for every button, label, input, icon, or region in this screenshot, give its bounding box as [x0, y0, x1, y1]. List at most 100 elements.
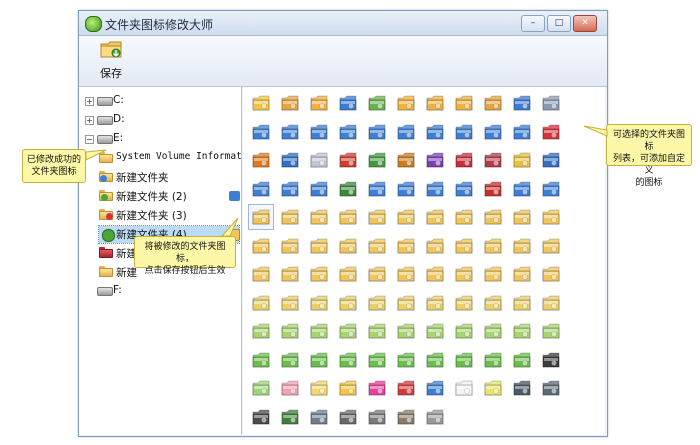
icon-option[interactable]	[423, 177, 447, 201]
maximize-button[interactable]: □	[547, 15, 571, 32]
icon-option[interactable]	[307, 262, 331, 286]
tree-item-folder-2[interactable]: 新建文件夹 (2)	[99, 188, 240, 205]
icon-option[interactable]	[278, 348, 302, 372]
icon-option[interactable]	[452, 262, 476, 286]
icon-option[interactable]	[394, 262, 418, 286]
icon-option[interactable]	[423, 234, 447, 258]
icon-option[interactable]	[539, 177, 563, 201]
icon-option[interactable]	[394, 177, 418, 201]
icon-option[interactable]	[249, 348, 273, 372]
icon-option[interactable]	[365, 234, 389, 258]
icon-option[interactable]	[481, 177, 505, 201]
icon-option[interactable]	[481, 291, 505, 315]
icon-option[interactable]	[307, 177, 331, 201]
icon-option[interactable]	[510, 205, 534, 229]
icon-option[interactable]	[423, 348, 447, 372]
tree-item-system-volume[interactable]: System Volume Informat:	[99, 150, 241, 167]
icon-option[interactable]	[336, 91, 360, 115]
icon-option[interactable]	[307, 91, 331, 115]
icon-option[interactable]	[539, 319, 563, 343]
icon-option[interactable]	[249, 319, 273, 343]
icon-option[interactable]	[539, 205, 563, 229]
icon-option[interactable]	[452, 348, 476, 372]
icon-option[interactable]	[278, 177, 302, 201]
icon-option[interactable]	[452, 291, 476, 315]
icon-option[interactable]	[510, 120, 534, 144]
icon-option[interactable]	[481, 319, 505, 343]
icon-option[interactable]	[365, 376, 389, 400]
icon-option[interactable]	[278, 291, 302, 315]
icon-option[interactable]	[394, 319, 418, 343]
icon-option[interactable]	[510, 376, 534, 400]
icon-option[interactable]	[394, 376, 418, 400]
icon-option[interactable]	[394, 405, 418, 429]
icon-option[interactable]	[423, 205, 447, 229]
icon-option[interactable]	[278, 148, 302, 172]
icon-option[interactable]	[336, 120, 360, 144]
icon-option[interactable]	[307, 148, 331, 172]
icon-option[interactable]	[307, 376, 331, 400]
icon-option[interactable]	[336, 148, 360, 172]
icon-option[interactable]	[249, 91, 273, 115]
icon-option[interactable]	[336, 205, 360, 229]
icon-option[interactable]	[481, 376, 505, 400]
minimize-button[interactable]: –	[521, 15, 545, 32]
icon-option[interactable]	[423, 120, 447, 144]
tree-node-drive-f[interactable]: F:	[85, 283, 235, 300]
icon-option[interactable]	[481, 262, 505, 286]
icon-option[interactable]	[510, 91, 534, 115]
icon-option[interactable]	[336, 177, 360, 201]
icon-option[interactable]	[365, 262, 389, 286]
icon-option[interactable]	[423, 291, 447, 315]
icon-option[interactable]	[249, 234, 273, 258]
tree-item-folder-modified[interactable]: 新建文件夹	[99, 169, 239, 186]
icon-option[interactable]	[249, 148, 273, 172]
icon-option[interactable]	[249, 262, 273, 286]
icon-option[interactable]	[336, 348, 360, 372]
icon-option[interactable]	[452, 91, 476, 115]
expand-toggle[interactable]: +	[85, 116, 94, 125]
icon-option[interactable]	[481, 148, 505, 172]
icon-option[interactable]	[249, 405, 273, 429]
icon-option[interactable]	[423, 262, 447, 286]
icon-option[interactable]	[452, 319, 476, 343]
tree-node-drive-c[interactable]: + C:	[85, 93, 235, 110]
icon-option[interactable]	[481, 348, 505, 372]
icon-option[interactable]	[481, 91, 505, 115]
icon-option[interactable]	[510, 177, 534, 201]
icon-option[interactable]	[452, 234, 476, 258]
icon-option[interactable]	[452, 177, 476, 201]
icon-option[interactable]	[394, 291, 418, 315]
save-button[interactable]: 保存	[93, 40, 129, 82]
tree-node-drive-e[interactable]: − E:	[85, 131, 235, 148]
icon-option[interactable]	[307, 405, 331, 429]
icon-option[interactable]	[394, 234, 418, 258]
icon-option[interactable]	[510, 262, 534, 286]
icon-option[interactable]	[365, 120, 389, 144]
icon-option[interactable]	[539, 234, 563, 258]
close-button[interactable]: ✕	[573, 15, 597, 32]
icon-option[interactable]	[365, 91, 389, 115]
icon-option[interactable]	[336, 291, 360, 315]
icon-option[interactable]	[423, 376, 447, 400]
icon-option[interactable]	[365, 177, 389, 201]
icon-option[interactable]	[278, 91, 302, 115]
icon-option[interactable]	[423, 148, 447, 172]
icon-option[interactable]	[365, 205, 389, 229]
icon-option[interactable]	[394, 148, 418, 172]
icon-option[interactable]	[249, 291, 273, 315]
icon-option[interactable]	[539, 376, 563, 400]
icon-option[interactable]	[481, 234, 505, 258]
icon-option[interactable]	[452, 205, 476, 229]
icon-option[interactable]	[249, 177, 273, 201]
expand-toggle[interactable]: +	[85, 97, 94, 106]
icon-option[interactable]	[394, 91, 418, 115]
icon-option[interactable]	[336, 405, 360, 429]
icon-option[interactable]	[307, 291, 331, 315]
icon-option[interactable]	[278, 405, 302, 429]
icon-option[interactable]	[423, 319, 447, 343]
icon-option[interactable]	[510, 319, 534, 343]
icon-option[interactable]	[510, 291, 534, 315]
icon-option[interactable]	[307, 234, 331, 258]
icon-option[interactable]	[539, 348, 563, 372]
